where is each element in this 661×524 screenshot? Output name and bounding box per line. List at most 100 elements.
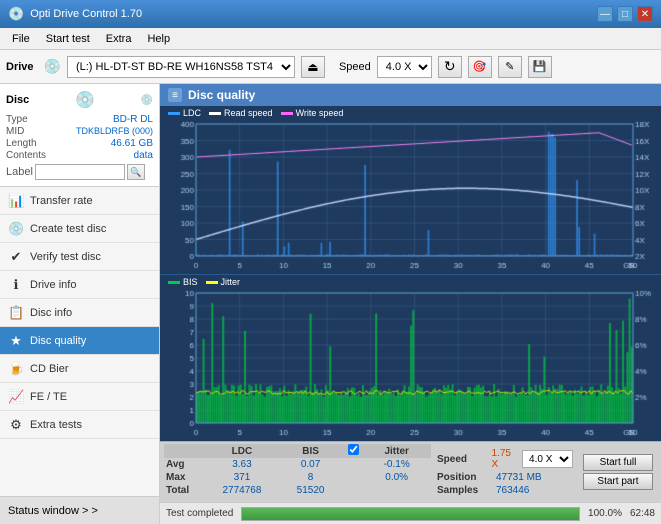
progress-area: Test completed 100.0% 62:48 — [160, 502, 661, 524]
create-test-disc-icon: 💿 — [8, 221, 24, 237]
title-controls: — □ ✕ — [597, 6, 653, 22]
stats-header-jitter: Jitter — [362, 444, 431, 458]
nav-drive-info[interactable]: ℹ Drive info — [0, 271, 159, 299]
disc-mid-label: MID — [6, 126, 24, 137]
nav-transfer-rate[interactable]: 📊 Transfer rate — [0, 187, 159, 215]
speed-select[interactable]: 4.0 X 8.0 X MAX — [377, 56, 432, 78]
nav-disc-quality-label: Disc quality — [30, 335, 86, 347]
stats-total-bis: 51520 — [276, 484, 345, 497]
speed-dropdown[interactable]: 4.0 X 8.0 X MAX — [522, 450, 573, 468]
bis-legend-label: BIS — [183, 277, 198, 287]
disc-contents-label: Contents — [6, 150, 46, 161]
stats-header-cb — [345, 444, 362, 458]
speed-stat-value: 1.75 X — [491, 448, 518, 470]
save-button[interactable]: 💾 — [528, 56, 552, 78]
refresh-button[interactable]: ↻ — [438, 56, 462, 78]
disc-length-label: Length — [6, 138, 37, 149]
stats-bar: LDC BIS Jitter Avg 3.63 — [160, 441, 661, 524]
nav-extra-tests-label: Extra tests — [30, 419, 82, 431]
menu-start-test[interactable]: Start test — [38, 31, 98, 47]
stats-table: LDC BIS Jitter Avg 3.63 — [164, 444, 431, 497]
stats-avg-label: Avg — [164, 458, 208, 471]
speed-stat-label: Speed — [437, 454, 487, 465]
stats-header-ldc: LDC — [208, 444, 277, 458]
nav-fe-te[interactable]: 📈 FE / TE — [0, 383, 159, 411]
stats-table-container: LDC BIS Jitter Avg 3.63 — [164, 444, 431, 500]
nav-extra-tests[interactable]: ⚙ Extra tests — [0, 411, 159, 439]
stats-header-empty — [164, 444, 208, 458]
disc-label-button[interactable]: 🔍 — [127, 164, 145, 180]
nav-drive-info-label: Drive info — [30, 279, 76, 291]
start-part-button[interactable]: Start part — [583, 473, 653, 490]
maximize-button[interactable]: □ — [617, 6, 633, 22]
app-title: Opti Drive Control 1.70 — [30, 8, 142, 20]
bis-legend: BIS Jitter — [160, 275, 661, 289]
nav-cd-bier[interactable]: 🍺 CD Bier — [0, 355, 159, 383]
nav-items: 📊 Transfer rate 💿 Create test disc ✔ Ver… — [0, 187, 159, 496]
stats-total-label: Total — [164, 484, 208, 497]
disc-contents-value: data — [134, 150, 153, 161]
disc-panel: Disc 💿 💿 Type BD-R DL MID TDKBLDRFB (000… — [0, 84, 159, 187]
chart-header-icon: ≡ — [168, 88, 182, 102]
disc-small-icon: 💿 — [141, 95, 153, 106]
stats-max-empty — [345, 471, 362, 484]
read-speed-legend-label: Read speed — [224, 108, 273, 118]
progress-bar-fill — [242, 508, 579, 520]
menu-help[interactable]: Help — [139, 31, 178, 47]
progress-percent: 100.0% — [588, 508, 622, 519]
stats-max-label: Max — [164, 471, 208, 484]
stats-max-bis: 8 — [276, 471, 345, 484]
target-button[interactable]: 🎯 — [468, 56, 492, 78]
sidebar: Disc 💿 💿 Type BD-R DL MID TDKBLDRFB (000… — [0, 84, 160, 524]
disc-panel-title: Disc — [6, 94, 29, 106]
stats-avg-ldc: 3.63 — [208, 458, 277, 471]
disc-label-label: Label — [6, 166, 33, 178]
ldc-legend-color — [168, 112, 180, 115]
stats-avg-empty — [345, 458, 362, 471]
speed-label: Speed — [339, 61, 371, 73]
nav-cd-bier-label: CD Bier — [30, 363, 69, 375]
progress-bar-container — [241, 507, 580, 521]
nav-verify-test-disc-label: Verify test disc — [30, 251, 101, 263]
edit-button[interactable]: ✎ — [498, 56, 522, 78]
close-button[interactable]: ✕ — [637, 6, 653, 22]
minimize-button[interactable]: — — [597, 6, 613, 22]
stats-avg-jitter: -0.1% — [362, 458, 431, 471]
menu-extra[interactable]: Extra — [98, 31, 140, 47]
stats-total-ldc: 2774768 — [208, 484, 277, 497]
toolbar: Drive 💿 (L:) HL-DT-ST BD-RE WH16NS58 TST… — [0, 50, 661, 84]
jitter-legend-label: Jitter — [221, 277, 241, 287]
ldc-chart — [160, 120, 661, 274]
start-full-button[interactable]: Start full — [583, 454, 653, 471]
cd-bier-icon: 🍺 — [8, 361, 24, 377]
disc-length-value: 46.61 GB — [111, 138, 153, 149]
stats-total-jitter — [362, 484, 431, 497]
nav-disc-quality[interactable]: ★ Disc quality — [0, 327, 159, 355]
menu-file[interactable]: File — [4, 31, 38, 47]
disc-type-value: BD-R DL — [113, 114, 153, 125]
nav-verify-test-disc[interactable]: ✔ Verify test disc — [0, 243, 159, 271]
jitter-checkbox[interactable] — [348, 444, 359, 455]
position-stat-label: Position — [437, 472, 492, 483]
stats-total-empty — [345, 484, 362, 497]
drive-select[interactable]: (L:) HL-DT-ST BD-RE WH16NS58 TST4 — [67, 56, 295, 78]
main-area: Disc 💿 💿 Type BD-R DL MID TDKBLDRFB (000… — [0, 84, 661, 524]
status-window-button[interactable]: Status window > > — [0, 496, 159, 524]
extra-tests-icon: ⚙ — [8, 417, 24, 433]
ldc-legend: LDC Read speed Write speed — [160, 106, 661, 120]
nav-disc-info[interactable]: 📋 Disc info — [0, 299, 159, 327]
position-stat-value: 47731 MB — [496, 472, 542, 483]
title-bar: 💿 Opti Drive Control 1.70 — □ ✕ — [0, 0, 661, 28]
disc-mid-value: TDKBLDRFB (000) — [76, 126, 153, 137]
samples-stat-label: Samples — [437, 485, 492, 496]
eject-button[interactable]: ⏏ — [301, 56, 325, 78]
disc-label-input[interactable] — [35, 164, 125, 180]
menu-bar: File Start test Extra Help — [0, 28, 661, 50]
nav-disc-info-label: Disc info — [30, 307, 72, 319]
samples-stat-value: 763446 — [496, 485, 529, 496]
stats-max-ldc: 371 — [208, 471, 277, 484]
bis-legend-color — [168, 281, 180, 284]
nav-fe-te-label: FE / TE — [30, 391, 67, 403]
right-stats: Speed 1.75 X 4.0 X 8.0 X MAX Position 47… — [435, 444, 575, 500]
nav-create-test-disc[interactable]: 💿 Create test disc — [0, 215, 159, 243]
